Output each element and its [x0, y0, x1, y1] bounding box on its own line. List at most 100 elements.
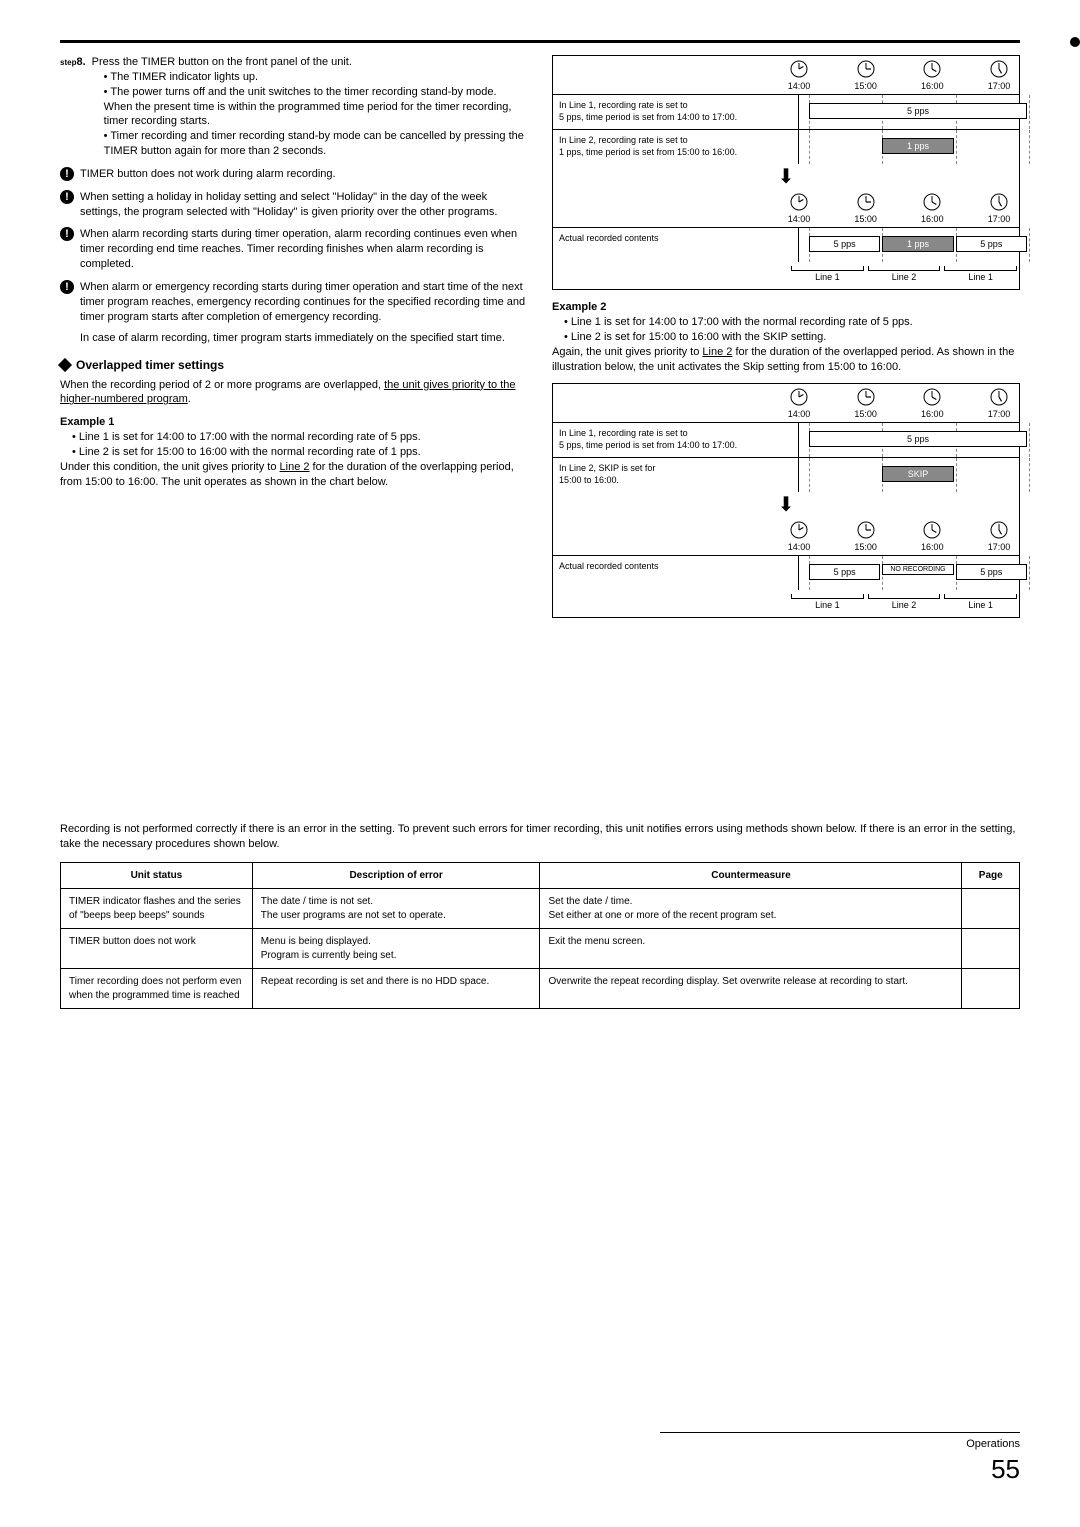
- arrow-down-icon: ⬇: [553, 492, 1019, 521]
- time-label: 17:00: [988, 541, 1011, 553]
- note-item: ! When alarm or emergency recording star…: [60, 280, 528, 345]
- time-label: 15:00: [854, 80, 877, 92]
- bracket-label: Line 2: [866, 594, 943, 611]
- time-label: 16:00: [921, 541, 944, 553]
- clock-icon: 14:00: [779, 521, 819, 553]
- chart-bar: 5 pps: [956, 564, 1027, 580]
- example-2-title: Example 2: [552, 300, 1020, 315]
- chart-row: In Line 2, SKIP is set for15:00 to 16:00…: [553, 457, 1019, 492]
- bracket-label: Line 1: [942, 266, 1019, 283]
- note-item: ! TIMER button does not work during alar…: [60, 167, 528, 182]
- top-rule: [60, 40, 1020, 43]
- col-counter: Countermeasure: [540, 862, 962, 889]
- example-1-under: Under this condition, the unit gives pri…: [60, 460, 528, 490]
- row-desc: In Line 1, recording rate is set to5 pps…: [553, 95, 799, 129]
- cell-page: [962, 889, 1020, 929]
- clock-icon: 16:00: [912, 521, 952, 553]
- bracket-label: Line 2: [866, 266, 943, 283]
- col-desc: Description of error: [252, 862, 540, 889]
- page-footer: Operations 55: [660, 1432, 1020, 1487]
- overlap-intro: When the recording period of 2 or more p…: [60, 378, 528, 408]
- example-1-list: Line 1 is set for 14:00 to 17:00 with th…: [60, 430, 528, 460]
- chart-bar: 1 pps: [882, 236, 953, 252]
- clock-icon: 15:00: [846, 60, 886, 92]
- result-bars: 5 pps1 pps5 pps: [799, 228, 1019, 262]
- time-label: 16:00: [921, 213, 944, 225]
- underlined-text: Line 2: [280, 461, 310, 473]
- note-text: TIMER button does not work during alarm …: [80, 167, 336, 182]
- cell-page: [962, 929, 1020, 969]
- cell-counter: Exit the menu screen.: [540, 929, 962, 969]
- chart-result-row: Actual recorded contents5 pps1 pps5 pps: [553, 227, 1019, 262]
- row-desc: In Line 2, recording rate is set to1 pps…: [553, 130, 799, 164]
- chart-bar: SKIP: [882, 466, 953, 482]
- note-tail: In case of alarm recording, timer progra…: [80, 331, 528, 346]
- clock-icon: 16:00: [912, 388, 952, 420]
- table-row: Timer recording does not perform even wh…: [61, 969, 1020, 1009]
- table-row: TIMER button does not workMenu is being …: [61, 929, 1020, 969]
- cell-page: [962, 969, 1020, 1009]
- note-item: ! When alarm recording starts during tim…: [60, 227, 528, 272]
- text: Under this condition, the unit gives pri…: [60, 461, 280, 473]
- footer-section: Operations: [660, 1437, 1020, 1452]
- row-bars: 1 pps: [799, 130, 1019, 164]
- clock-icon: 14:00: [779, 60, 819, 92]
- note-item: ! When setting a holiday in holiday sett…: [60, 190, 528, 220]
- step-bullet: The power turns off and the unit switche…: [104, 85, 528, 130]
- page-number: 55: [660, 1452, 1020, 1487]
- cell-desc: Repeat recording is set and there is no …: [252, 969, 540, 1009]
- exclamation-icon: !: [60, 190, 74, 204]
- cell-desc: The date / time is not set.The user prog…: [252, 889, 540, 929]
- section-overlapped: Overlapped timer settings: [60, 357, 528, 373]
- chart-bar: NO RECORDING: [882, 564, 953, 575]
- bracket-label: Line 1: [789, 594, 866, 611]
- arrow-down-icon: ⬇: [553, 164, 1019, 193]
- row-desc: In Line 1, recording rate is set to5 pps…: [553, 423, 799, 457]
- time-label: 14:00: [788, 80, 811, 92]
- bracket-label: Line 1: [789, 266, 866, 283]
- result-label: Actual recorded contents: [553, 228, 799, 262]
- list-item: Line 2 is set for 15:00 to 16:00 with th…: [72, 445, 528, 460]
- step-bullets: The TIMER indicator lights up. The power…: [92, 70, 528, 159]
- row-bars: 5 pps: [799, 95, 1019, 129]
- clock-icon: 15:00: [846, 193, 886, 225]
- clock-icon: 15:00: [846, 521, 886, 553]
- time-label: 15:00: [854, 408, 877, 420]
- section-title: Overlapped timer settings: [76, 357, 224, 373]
- clock-icon: 17:00: [979, 193, 1019, 225]
- table-header-row: Unit status Description of error Counter…: [61, 862, 1020, 889]
- text: Again, the unit gives priority to: [552, 346, 702, 358]
- exclamation-icon: !: [60, 280, 74, 294]
- time-label: 14:00: [788, 213, 811, 225]
- clock-icon: 14:00: [779, 193, 819, 225]
- chart-row: In Line 1, recording rate is set to5 pps…: [553, 94, 1019, 129]
- col-page: Page: [962, 862, 1020, 889]
- text: .: [188, 393, 191, 405]
- time-label: 17:00: [988, 408, 1011, 420]
- chart-bar: 5 pps: [809, 236, 880, 252]
- clock-icon: 16:00: [912, 60, 952, 92]
- cell-status: Timer recording does not perform even wh…: [61, 969, 253, 1009]
- time-label: 17:00: [988, 213, 1011, 225]
- step-text: Press the TIMER button on the front pane…: [92, 55, 528, 70]
- bracket-label: Line 1: [942, 594, 1019, 611]
- clock-icon: 17:00: [979, 60, 1019, 92]
- chart-bar: 5 pps: [809, 431, 1027, 447]
- example-2-list: Line 1 is set for 14:00 to 17:00 with th…: [552, 315, 1020, 345]
- footer-rule: [660, 1432, 1020, 1433]
- exclamation-icon: !: [60, 227, 74, 241]
- chart-bar: 5 pps: [956, 236, 1027, 252]
- corner-dot: [1070, 37, 1080, 47]
- result-label: Actual recorded contents: [553, 556, 799, 590]
- step-number: 8.: [76, 56, 85, 68]
- row-bars: SKIP: [799, 458, 1019, 492]
- cell-desc: Menu is being displayed.Program is curre…: [252, 929, 540, 969]
- time-label: 16:00: [921, 80, 944, 92]
- cell-counter: Set the date / time.Set either at one or…: [540, 889, 962, 929]
- exclamation-icon: !: [60, 167, 74, 181]
- time-label: 15:00: [854, 541, 877, 553]
- chart-row: In Line 1, recording rate is set to5 pps…: [553, 422, 1019, 457]
- time-label: 17:00: [988, 80, 1011, 92]
- example-2-under: Again, the unit gives priority to Line 2…: [552, 345, 1020, 375]
- step-bullet: The TIMER indicator lights up.: [104, 70, 528, 85]
